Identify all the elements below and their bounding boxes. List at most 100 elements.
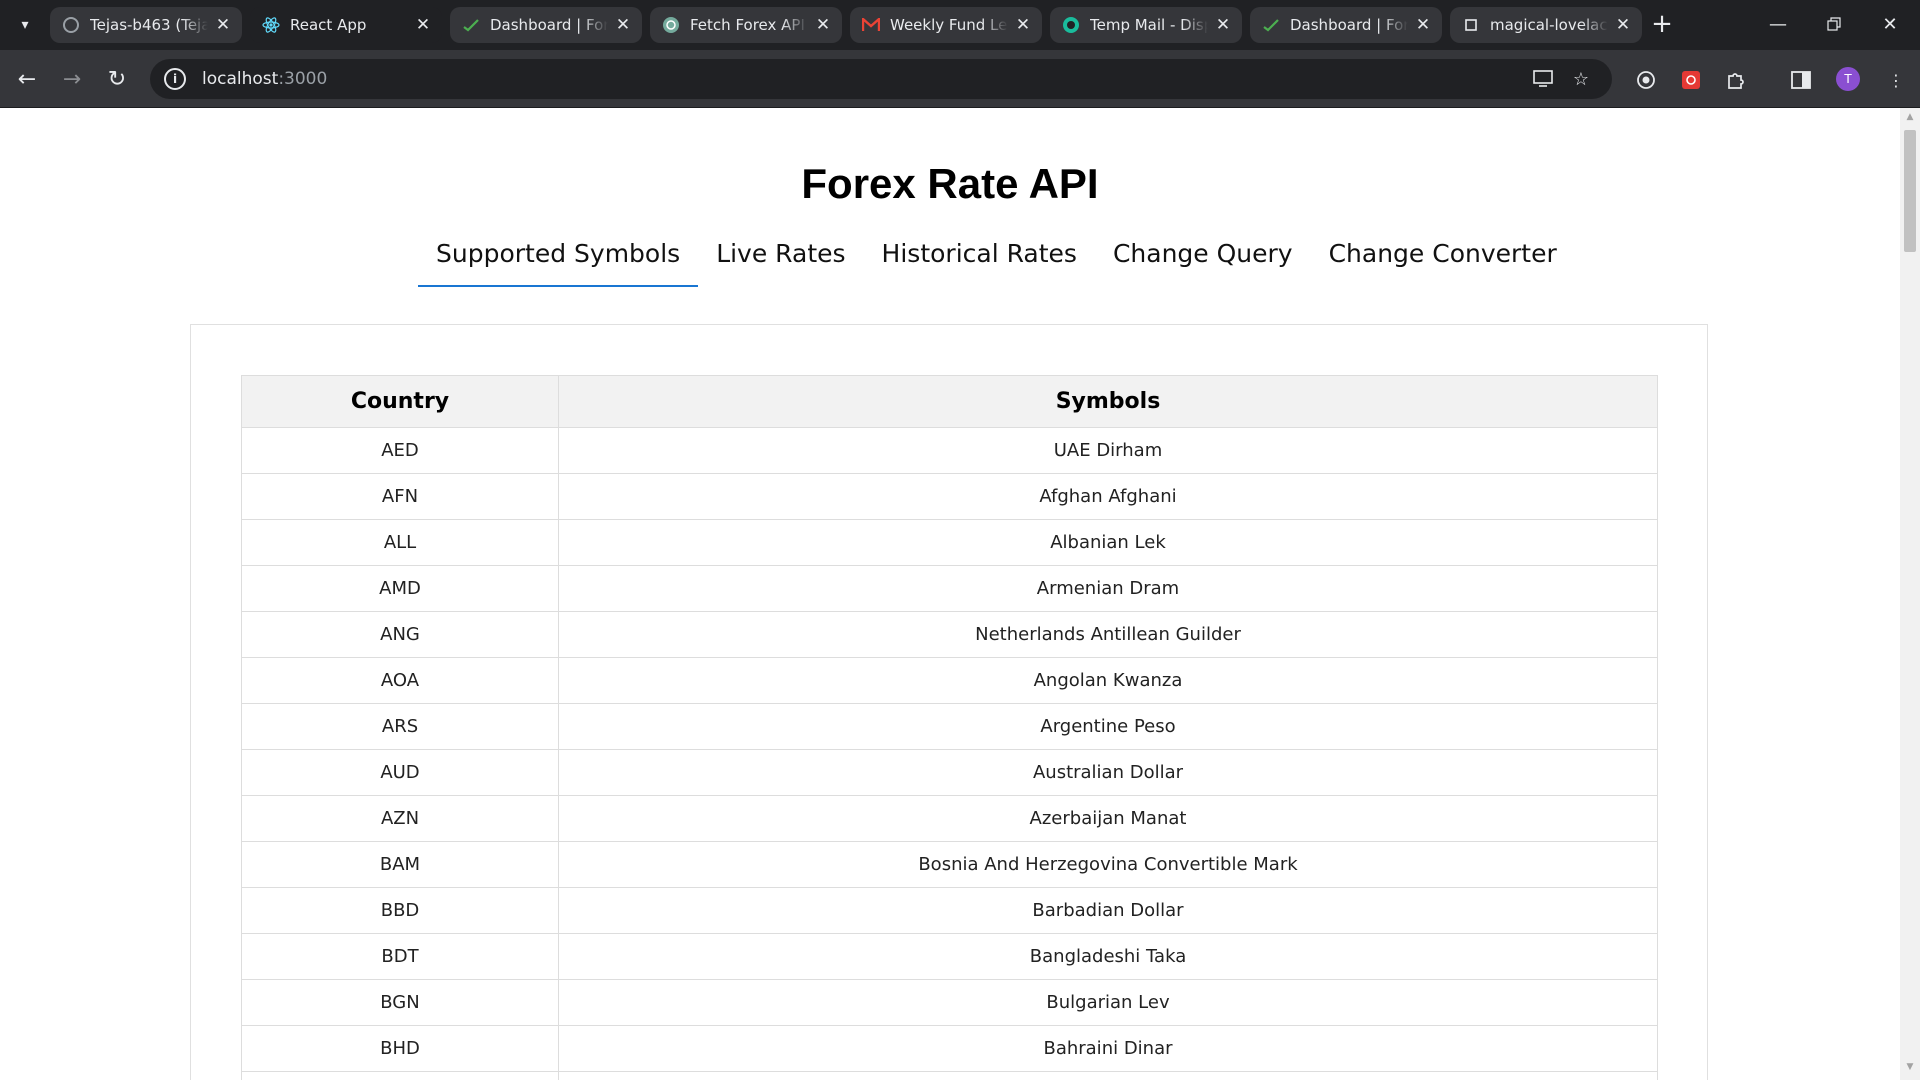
column-header-country: Country xyxy=(241,375,559,428)
tab-title: Fetch Forex API i xyxy=(690,16,808,34)
trend-icon xyxy=(1262,16,1280,34)
table-row: BBD Barbadian Dollar xyxy=(241,887,1658,934)
browser-toolbar: ← → ↻ i localhost:3000 ☆ ⋮ xyxy=(0,50,1920,108)
close-icon[interactable]: ✕ xyxy=(214,15,232,35)
cell-currency-name: Netherlands Antillean Guilder xyxy=(558,611,1658,658)
tab-title: Tejas-b463 (Tejas xyxy=(90,16,208,34)
tab-live-rates[interactable]: Live Rates xyxy=(698,238,863,290)
cell-currency-name: Bangladeshi Taka xyxy=(558,933,1658,980)
new-tab-plus-icon[interactable]: + xyxy=(1648,11,1676,39)
browser-tab[interactable]: Fetch Forex API i ✕ xyxy=(650,7,842,43)
forward-arrow-icon[interactable]: → xyxy=(57,64,87,94)
url-port: :3000 xyxy=(278,69,328,89)
close-icon[interactable]: ✕ xyxy=(1414,15,1432,35)
cell-currency-name: UAE Dirham xyxy=(558,427,1658,474)
close-icon[interactable]: ✕ xyxy=(1614,15,1632,35)
symbols-table: Country Symbols AED UAE Dirham AFN Afghan A… xyxy=(241,375,1658,1080)
browser-tab-active[interactable]: React App ✕ xyxy=(250,7,442,43)
table-row: AMD Armenian Dram xyxy=(241,565,1658,612)
more-menu-icon[interactable]: ⋮ xyxy=(1884,68,1908,92)
table-body: AED UAE Dirham AFN Afghan Afghani ALL Albania… xyxy=(241,427,1658,1080)
bookmark-star-icon[interactable]: ☆ xyxy=(1570,68,1592,90)
react-icon xyxy=(262,16,280,34)
chatgpt-icon xyxy=(662,16,680,34)
extensions-puzzle-icon[interactable] xyxy=(1724,68,1748,92)
extension-red-icon[interactable] xyxy=(1679,68,1703,92)
cell-currency-name: Afghan Afghani xyxy=(558,473,1658,520)
install-app-icon[interactable] xyxy=(1532,68,1554,90)
cell-currency-name: Armenian Dram xyxy=(558,565,1658,612)
side-panel-icon[interactable] xyxy=(1789,68,1813,92)
close-icon[interactable]: ✕ xyxy=(1214,15,1232,35)
trend-icon xyxy=(462,16,480,34)
cell-currency-name: Barbadian Dollar xyxy=(558,887,1658,934)
cell-currency-name: Albanian Lek xyxy=(558,519,1658,566)
tab-change-converter[interactable]: Change Converter xyxy=(1311,238,1575,290)
scroll-up-arrow-icon[interactable]: ▲ xyxy=(1900,112,1920,128)
cell-country-code: BDT xyxy=(241,933,559,980)
section-tabs: Supported Symbols Live Rates Historical … xyxy=(418,238,1575,290)
tab-change-query[interactable]: Change Query xyxy=(1095,238,1311,290)
close-icon[interactable]: ✕ xyxy=(614,15,632,35)
cell-country-code: AZN xyxy=(241,795,559,842)
table-header-row: Country Symbols xyxy=(241,375,1658,428)
tab-search-chevron-icon[interactable]: ▾ xyxy=(12,12,38,38)
browser-tab[interactable]: Dashboard | Forex ✕ xyxy=(450,7,642,43)
table-row xyxy=(241,1071,1658,1080)
profile-avatar[interactable]: T xyxy=(1836,67,1860,91)
cell-currency-name: Argentine Peso xyxy=(558,703,1658,750)
browser-tab[interactable]: Dashboard | Forex ✕ xyxy=(1250,7,1442,43)
cell-currency-name: Angolan Kwanza xyxy=(558,657,1658,704)
address-bar[interactable]: i localhost:3000 ☆ xyxy=(150,59,1612,99)
gmail-icon xyxy=(862,16,880,34)
browser-tab[interactable]: magical-lovelace ✕ xyxy=(1450,7,1642,43)
window-close-icon[interactable]: ✕ xyxy=(1870,8,1910,40)
page-title: Forex Rate API xyxy=(801,160,1099,207)
cell-currency-name: Bosnia And Herzegovina Convertible Mark xyxy=(558,841,1658,888)
cell-country-code: AMD xyxy=(241,565,559,612)
tab-historical-rates[interactable]: Historical Rates xyxy=(864,238,1095,290)
cell-currency-name: Azerbaijan Manat xyxy=(558,795,1658,842)
table-row: AFN Afghan Afghani xyxy=(241,473,1658,520)
column-header-symbols: Symbols xyxy=(558,375,1658,428)
cell-currency-name: Bahraini Dinar xyxy=(558,1025,1658,1072)
browser-tabstrip: ▾ Tejas-b463 (Tejas ✕ React App ✕ Dashbo… xyxy=(0,0,1920,50)
cell-country-code: AOA xyxy=(241,657,559,704)
back-arrow-icon[interactable]: ← xyxy=(12,64,42,94)
table-row: AOA Angolan Kwanza xyxy=(241,657,1658,704)
close-icon[interactable]: ✕ xyxy=(414,15,432,35)
page-scrollbar[interactable]: ▲ ▼ xyxy=(1900,108,1920,1080)
cell-country-code: ALL xyxy=(241,519,559,566)
table-row: BAM Bosnia And Herzegovina Convertible Ma… xyxy=(241,841,1658,888)
restore-icon[interactable] xyxy=(1814,8,1854,40)
cell-currency-name xyxy=(558,1071,1658,1080)
scroll-down-arrow-icon[interactable]: ▼ xyxy=(1900,1062,1920,1078)
minimize-icon[interactable]: — xyxy=(1758,8,1798,40)
cell-country-code: AFN xyxy=(241,473,559,520)
table-row: BDT Bangladeshi Taka xyxy=(241,933,1658,980)
url-host: localhost xyxy=(202,69,279,89)
browser-tab[interactable]: Temp Mail - Disp ✕ xyxy=(1050,7,1242,43)
table-row: BHD Bahraini Dinar xyxy=(241,1025,1658,1072)
symbols-card: Country Symbols AED UAE Dirham AFN Afghan A… xyxy=(190,324,1708,1080)
cell-country-code: BHD xyxy=(241,1025,559,1072)
square-icon xyxy=(1462,16,1480,34)
cell-currency-name: Bulgarian Lev xyxy=(558,979,1658,1026)
tab-title: Temp Mail - Disp xyxy=(1090,16,1208,34)
browser-tab[interactable]: Tejas-b463 (Tejas ✕ xyxy=(50,7,242,43)
reload-icon[interactable]: ↻ xyxy=(102,64,132,94)
cell-country-code: BGN xyxy=(241,979,559,1026)
tab-title: React App xyxy=(290,16,367,34)
cell-currency-name: Australian Dollar xyxy=(558,749,1658,796)
tab-supported-symbols[interactable]: Supported Symbols xyxy=(418,238,699,290)
table-row: ARS Argentine Peso xyxy=(241,703,1658,750)
cell-country-code xyxy=(241,1071,559,1080)
close-icon[interactable]: ✕ xyxy=(814,15,832,35)
scroll-thumb[interactable] xyxy=(1904,130,1916,252)
close-icon[interactable]: ✕ xyxy=(1014,15,1032,35)
site-info-icon[interactable]: i xyxy=(164,68,186,90)
table-row: BGN Bulgarian Lev xyxy=(241,979,1658,1026)
table-row: ANG Netherlands Antillean Guilder xyxy=(241,611,1658,658)
extension-target-icon[interactable] xyxy=(1634,68,1658,92)
browser-tab[interactable]: Weekly Fund Led ✕ xyxy=(850,7,1042,43)
